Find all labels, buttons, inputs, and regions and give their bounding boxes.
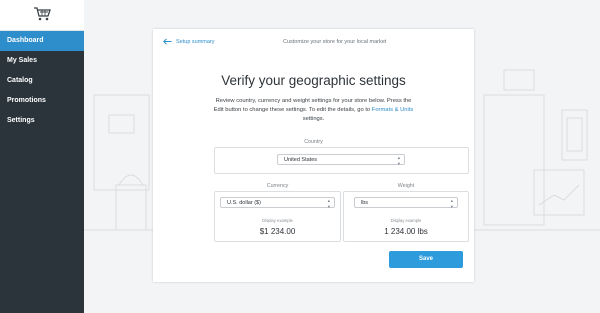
sidebar-item-settings[interactable]: Settings — [0, 111, 84, 131]
currency-label: Currency — [266, 183, 289, 189]
weight-example-label: Display example — [390, 218, 422, 223]
currency-box: U.S. dollar ($) ▴ ▾ Display example $1 23… — [214, 191, 341, 242]
sidebar-item-my-sales[interactable]: My Sales — [0, 51, 84, 71]
select-arrows-icon: ▴ ▾ — [450, 198, 453, 209]
page-title: Verify your geographic settings — [221, 73, 406, 88]
weight-example-value: 1 234.00 lbs — [384, 227, 428, 236]
currency-example-label: Display example — [262, 218, 293, 223]
weight-box: lbs ▴ ▾ Display example 1 234.00 lbs — [343, 191, 469, 242]
weight-label: Weight — [397, 183, 415, 189]
select-arrows-icon: ▴ ▾ — [397, 155, 400, 166]
setup-summary-label: Setup summary — [176, 38, 215, 45]
sidebar-item-dashboard[interactable]: Dashboard — [0, 31, 84, 51]
setup-card: Setup summary Customize your store for y… — [153, 29, 474, 282]
logo[interactable] — [0, 0, 84, 31]
arrow-left-icon — [163, 38, 172, 45]
setup-summary-link[interactable]: Setup summary — [163, 38, 215, 45]
currency-example-value: $1 234.00 — [259, 227, 296, 236]
save-button[interactable]: Save — [389, 251, 463, 268]
select-arrows-icon: ▴ ▾ — [327, 198, 330, 209]
description: Review country, currency and weight sett… — [210, 97, 417, 125]
header-subtitle: Customize your store for your local mark… — [283, 39, 387, 45]
shopping-cart-icon — [34, 7, 51, 21]
country-box: United States ▴ ▾ — [214, 147, 469, 174]
description-text-end: settings. — [302, 116, 325, 123]
country-select[interactable]: United States ▴ ▾ — [277, 154, 405, 166]
weight-value: lbs — [361, 200, 369, 206]
sidebar-item-promotions[interactable]: Promotions — [0, 91, 84, 111]
formats-units-link[interactable]: Formats & Units — [372, 107, 414, 113]
currency-select[interactable]: U.S. dollar ($) ▴ ▾ — [220, 197, 335, 209]
weight-select[interactable]: lbs ▴ ▾ — [354, 197, 458, 209]
sidebar: Dashboard My Sales Catalog Promotions Se… — [0, 0, 84, 313]
country-label: Country — [304, 139, 323, 145]
country-value: United States — [284, 157, 318, 163]
currency-value: U.S. dollar ($) — [227, 200, 261, 206]
card-header: Setup summary Customize your store for y… — [153, 29, 474, 53]
sidebar-item-catalog[interactable]: Catalog — [0, 71, 84, 91]
